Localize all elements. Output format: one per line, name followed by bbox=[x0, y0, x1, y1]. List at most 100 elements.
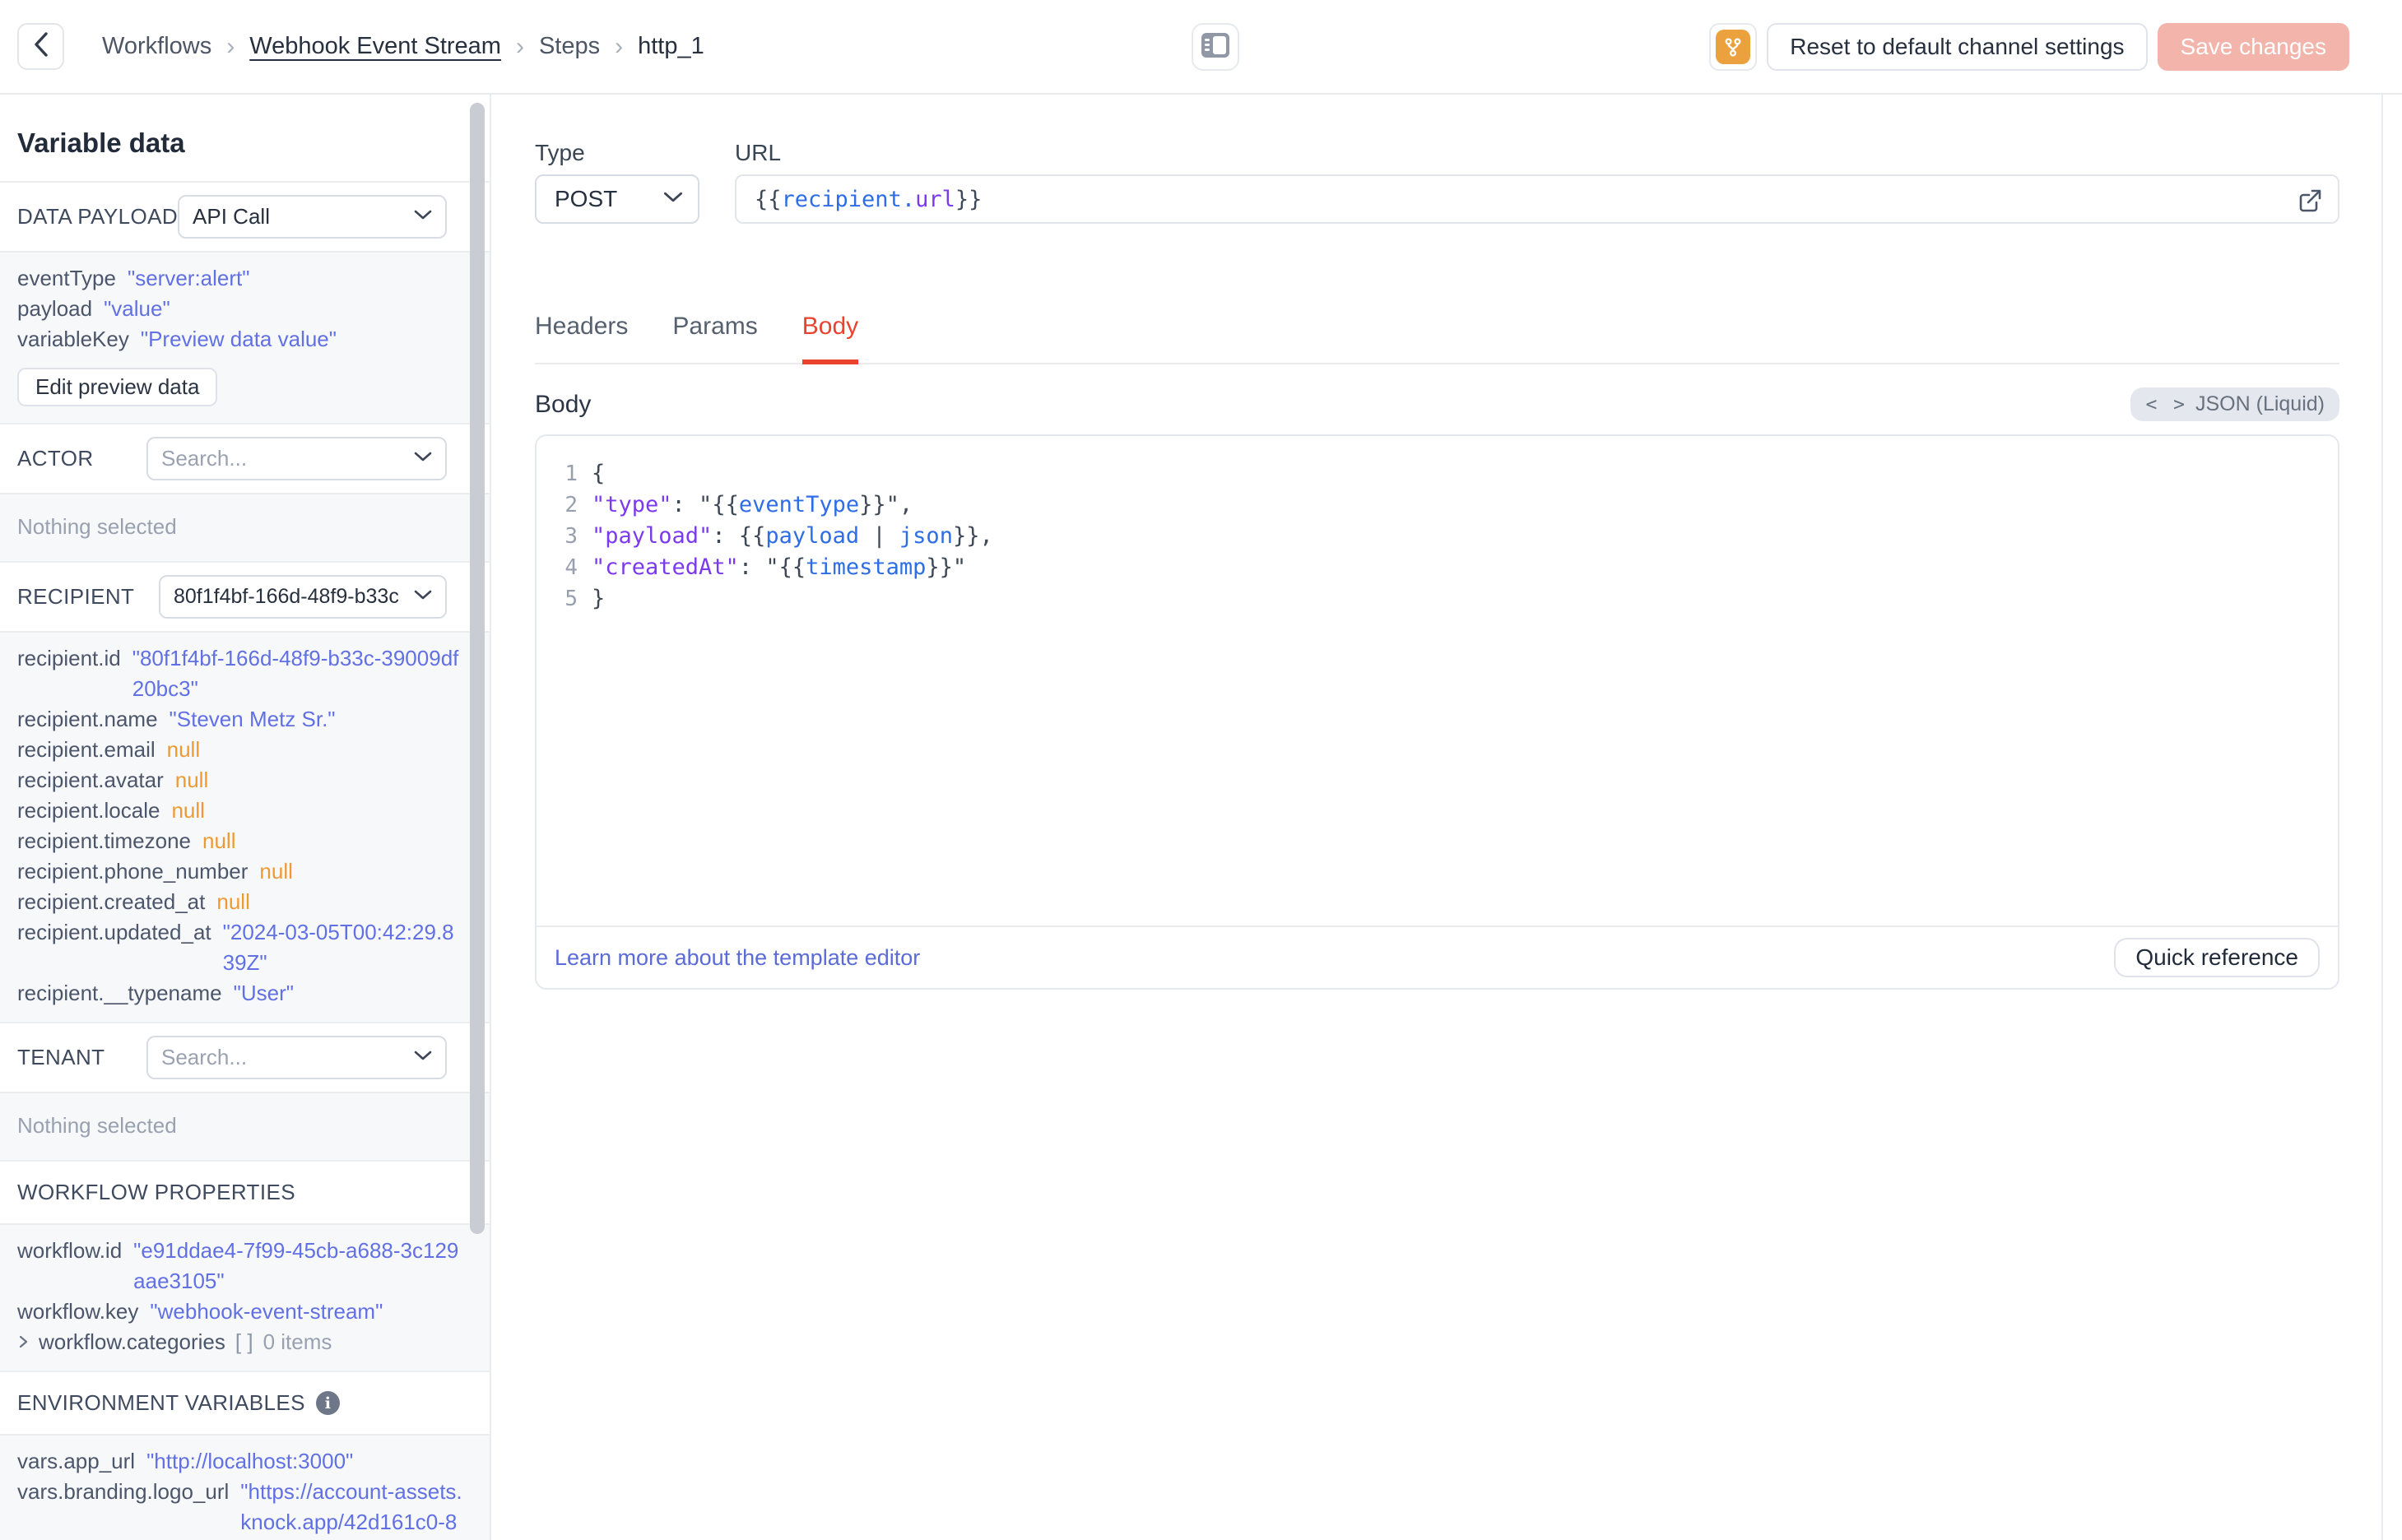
type-label: Type bbox=[535, 140, 585, 165]
kv-value: null bbox=[216, 889, 250, 914]
body-section-title: Body bbox=[535, 390, 592, 418]
liquid-token: "payload" bbox=[592, 523, 713, 549]
kv-row: variableKey "Preview data value" bbox=[17, 324, 465, 355]
recipient-label: RECIPIENT bbox=[17, 584, 135, 609]
main-panel: Type POST URL {{recipient.url}} Headers … bbox=[491, 95, 2381, 1540]
kv-row: recipient.created_at null bbox=[17, 887, 465, 917]
tab-headers[interactable]: Headers bbox=[535, 313, 628, 363]
kv-value: "server:alert" bbox=[127, 266, 250, 290]
request-tabs: Headers Params Body bbox=[535, 313, 2339, 364]
kv-row: recipient.email null bbox=[17, 735, 465, 765]
chevron-down-icon bbox=[414, 589, 432, 605]
recipient-section: RECIPIENT 80f1f4bf-166d-48f9-b33c bbox=[0, 563, 490, 633]
template-editor-docs-link[interactable]: Learn more about the template editor bbox=[555, 945, 920, 971]
kv-key: recipient.created_at bbox=[17, 889, 206, 914]
kv-row: recipient.locale null bbox=[17, 796, 465, 826]
tenant-section: TENANT Search... bbox=[0, 1023, 490, 1093]
sidebar-scrollbar[interactable] bbox=[470, 103, 485, 1234]
reset-channel-settings-button[interactable]: Reset to default channel settings bbox=[1767, 23, 2148, 71]
commit-button[interactable] bbox=[1709, 23, 1758, 71]
info-icon[interactable]: i bbox=[315, 1391, 340, 1415]
line-number: 4 bbox=[564, 555, 578, 580]
sidebar-title: Variable data bbox=[17, 128, 185, 158]
liquid-token: json bbox=[899, 523, 953, 549]
kv-key: eventType bbox=[17, 266, 116, 290]
tenant-select[interactable]: Search... bbox=[146, 1036, 447, 1079]
kv-row: workflow.key "webhook-event-stream" bbox=[17, 1296, 465, 1327]
data-payload-section: DATA PAYLOAD API Call bbox=[0, 183, 490, 253]
actor-select[interactable]: Search... bbox=[146, 437, 447, 480]
kv-value: null bbox=[174, 768, 209, 792]
breadcrumb-separator: › bbox=[226, 32, 235, 60]
data-payload-value: API Call bbox=[193, 204, 270, 229]
kv-value: null bbox=[171, 798, 205, 823]
kv-key: recipient.updated_at bbox=[17, 920, 211, 944]
kv-key: recipient.name bbox=[17, 707, 158, 731]
recipient-select[interactable]: 80f1f4bf-166d-48f9-b33c bbox=[159, 575, 447, 619]
liquid-token: url bbox=[915, 186, 955, 212]
url-value: {{recipient.url}} bbox=[755, 187, 982, 212]
recipient-value: 80f1f4bf-166d-48f9-b33c bbox=[174, 585, 399, 608]
chevron-down-icon bbox=[663, 191, 683, 207]
chevron-left-icon bbox=[32, 30, 50, 63]
code-line: 2 "type": "{{eventType}}", bbox=[537, 489, 2338, 521]
kv-key: vars.app_url bbox=[17, 1449, 136, 1473]
language-badge: < > JSON (Liquid) bbox=[2130, 387, 2339, 421]
http-method-select[interactable]: POST bbox=[535, 174, 699, 224]
kv-row: recipient.id "80f1f4bf-166d-48f9-b33c-390… bbox=[17, 643, 465, 704]
kv-row: workflow.id "e91ddae4-7f99-45cb-a688-3c12… bbox=[17, 1236, 465, 1296]
line-number: 1 bbox=[564, 462, 578, 486]
language-badge-label: JSON (Liquid) bbox=[2195, 392, 2325, 415]
edit-preview-data-button[interactable]: Edit preview data bbox=[17, 368, 218, 406]
code-brackets-icon: < > bbox=[2145, 393, 2187, 415]
breadcrumb-item-steps[interactable]: Steps bbox=[539, 33, 600, 60]
breadcrumb-item-http-1[interactable]: http_1 bbox=[638, 33, 704, 60]
breadcrumb-item-webhook-event-stream[interactable]: Webhook Event Stream bbox=[249, 33, 501, 60]
actor-empty-section: Nothing selected bbox=[0, 494, 490, 563]
kv-value: null bbox=[166, 737, 201, 762]
kv-row: recipient.avatar null bbox=[17, 765, 465, 796]
back-button[interactable] bbox=[17, 23, 64, 70]
workflow-properties-section: workflow.id "e91ddae4-7f99-45cb-a688-3c12… bbox=[0, 1225, 490, 1372]
data-payload-select[interactable]: API Call bbox=[178, 195, 447, 239]
sidebar-toggle-button[interactable] bbox=[1192, 23, 1239, 71]
kv-row: recipient.updated_at "2024-03-05T00:42:29… bbox=[17, 917, 465, 978]
breadcrumb-item-workflows[interactable]: Workflows bbox=[102, 33, 211, 60]
code-line: 4 "createdAt": "{{timestamp}}" bbox=[537, 552, 2338, 583]
panel-layout-icon bbox=[1201, 32, 1230, 63]
liquid-token: payload bbox=[765, 523, 860, 549]
line-number: 3 bbox=[564, 524, 578, 549]
tab-body[interactable]: Body bbox=[801, 313, 859, 364]
code-text: "payload": {{payload | json}}, bbox=[592, 521, 993, 552]
kv-row: recipient.name "Steven Metz Sr." bbox=[17, 704, 465, 735]
liquid-token: : "{{ bbox=[738, 554, 806, 580]
code-editor[interactable]: 1 {2 "type": "{{eventType}}", 3 "payload": {… bbox=[537, 436, 2338, 925]
liquid-token: { bbox=[592, 461, 606, 486]
liquid-token: eventType bbox=[738, 492, 860, 517]
quick-reference-button[interactable]: Quick reference bbox=[2114, 938, 2320, 977]
kv-key: payload bbox=[17, 296, 93, 321]
variable-data-sidebar: Variable data DATA PAYLOAD API Call even… bbox=[0, 95, 491, 1540]
liquid-token: : "{{ bbox=[671, 492, 739, 517]
code-line: 3 "payload": {{payload | json}}, bbox=[537, 521, 2338, 552]
external-link-icon[interactable] bbox=[2297, 188, 2323, 220]
code-text: "type": "{{eventType}}", bbox=[592, 489, 913, 521]
liquid-token: }} bbox=[955, 186, 983, 212]
liquid-token: } bbox=[592, 586, 606, 611]
array-bracket: [ ] bbox=[235, 1329, 253, 1354]
kv-key: variableKey bbox=[17, 327, 129, 351]
code-text: { bbox=[592, 458, 605, 489]
workflow-properties-list: workflow.id "e91ddae4-7f99-45cb-a688-3c12… bbox=[17, 1225, 465, 1371]
save-changes-button[interactable]: Save changes bbox=[2157, 23, 2349, 71]
chevron-right-icon[interactable] bbox=[17, 1327, 29, 1357]
tab-params[interactable]: Params bbox=[672, 313, 757, 363]
tenant-empty-section: Nothing selected bbox=[0, 1093, 490, 1162]
page-scrollbar-track[interactable] bbox=[2381, 95, 2383, 1540]
topbar-actions: Reset to default channel settings Save c… bbox=[1709, 23, 2349, 71]
url-input[interactable]: {{recipient.url}} bbox=[735, 174, 2339, 224]
kv-value: null bbox=[202, 828, 236, 853]
breadcrumb-separator: › bbox=[515, 32, 524, 60]
data-payload-label: DATA PAYLOAD bbox=[17, 204, 179, 229]
chevron-down-icon bbox=[414, 209, 432, 225]
kv-row: payload "value" bbox=[17, 294, 465, 324]
